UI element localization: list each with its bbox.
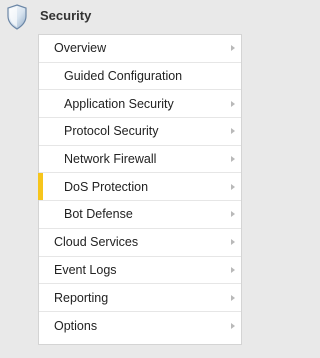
menu-item-reporting[interactable]: Reporting [39, 284, 241, 312]
header-title: Security [40, 8, 92, 23]
menu-item-label: Options [54, 318, 98, 333]
menu-item-label: Application Security [64, 96, 174, 111]
menu-item-label: Cloud Services [54, 235, 139, 250]
menu-item-label: Event Logs [54, 262, 117, 277]
menu-item-protocol-security[interactable]: Protocol Security [39, 118, 241, 146]
chevron-right-icon [231, 183, 235, 190]
menu-item-event-logs[interactable]: Event Logs [39, 257, 241, 285]
bottom-strip [38, 345, 252, 358]
menu-item-label: Guided Configuration [64, 69, 183, 84]
menu-item-guided-configuration[interactable]: Guided Configuration [39, 63, 241, 91]
security-header[interactable]: Security [0, 0, 252, 34]
chevron-right-icon [231, 100, 235, 107]
menu-item-label: DoS Protection [64, 179, 149, 194]
menu-item-label: Protocol Security [64, 124, 159, 139]
menu-item-network-firewall[interactable]: Network Firewall [39, 146, 241, 174]
chevron-right-icon [231, 128, 235, 135]
menu-item-label: Reporting [54, 290, 109, 305]
chevron-right-icon [231, 294, 235, 301]
menu-item-label: Bot Defense [64, 207, 133, 222]
chevron-right-icon [231, 211, 235, 218]
sidebar-strip [0, 34, 38, 358]
shield-icon [7, 4, 27, 30]
menu-item-application-security[interactable]: Application Security [39, 90, 241, 119]
menu-item-options[interactable]: Options [39, 312, 241, 340]
chevron-right-icon [231, 239, 235, 246]
menu-item-label: Overview [54, 41, 107, 56]
security-submenu: Overview Guided Configuration Applicatio… [38, 34, 242, 345]
chevron-right-icon [231, 322, 235, 329]
chevron-right-icon [231, 266, 235, 273]
menu-item-cloud-services[interactable]: Cloud Services [39, 229, 241, 257]
menu-item-dos-protection[interactable]: DoS Protection [38, 173, 241, 202]
menu-item-overview[interactable]: Overview [39, 35, 241, 63]
chevron-right-icon [231, 45, 235, 52]
chevron-right-icon [231, 156, 235, 163]
menu-item-label: Network Firewall [64, 152, 157, 167]
menu-item-bot-defense[interactable]: Bot Defense [39, 201, 241, 229]
